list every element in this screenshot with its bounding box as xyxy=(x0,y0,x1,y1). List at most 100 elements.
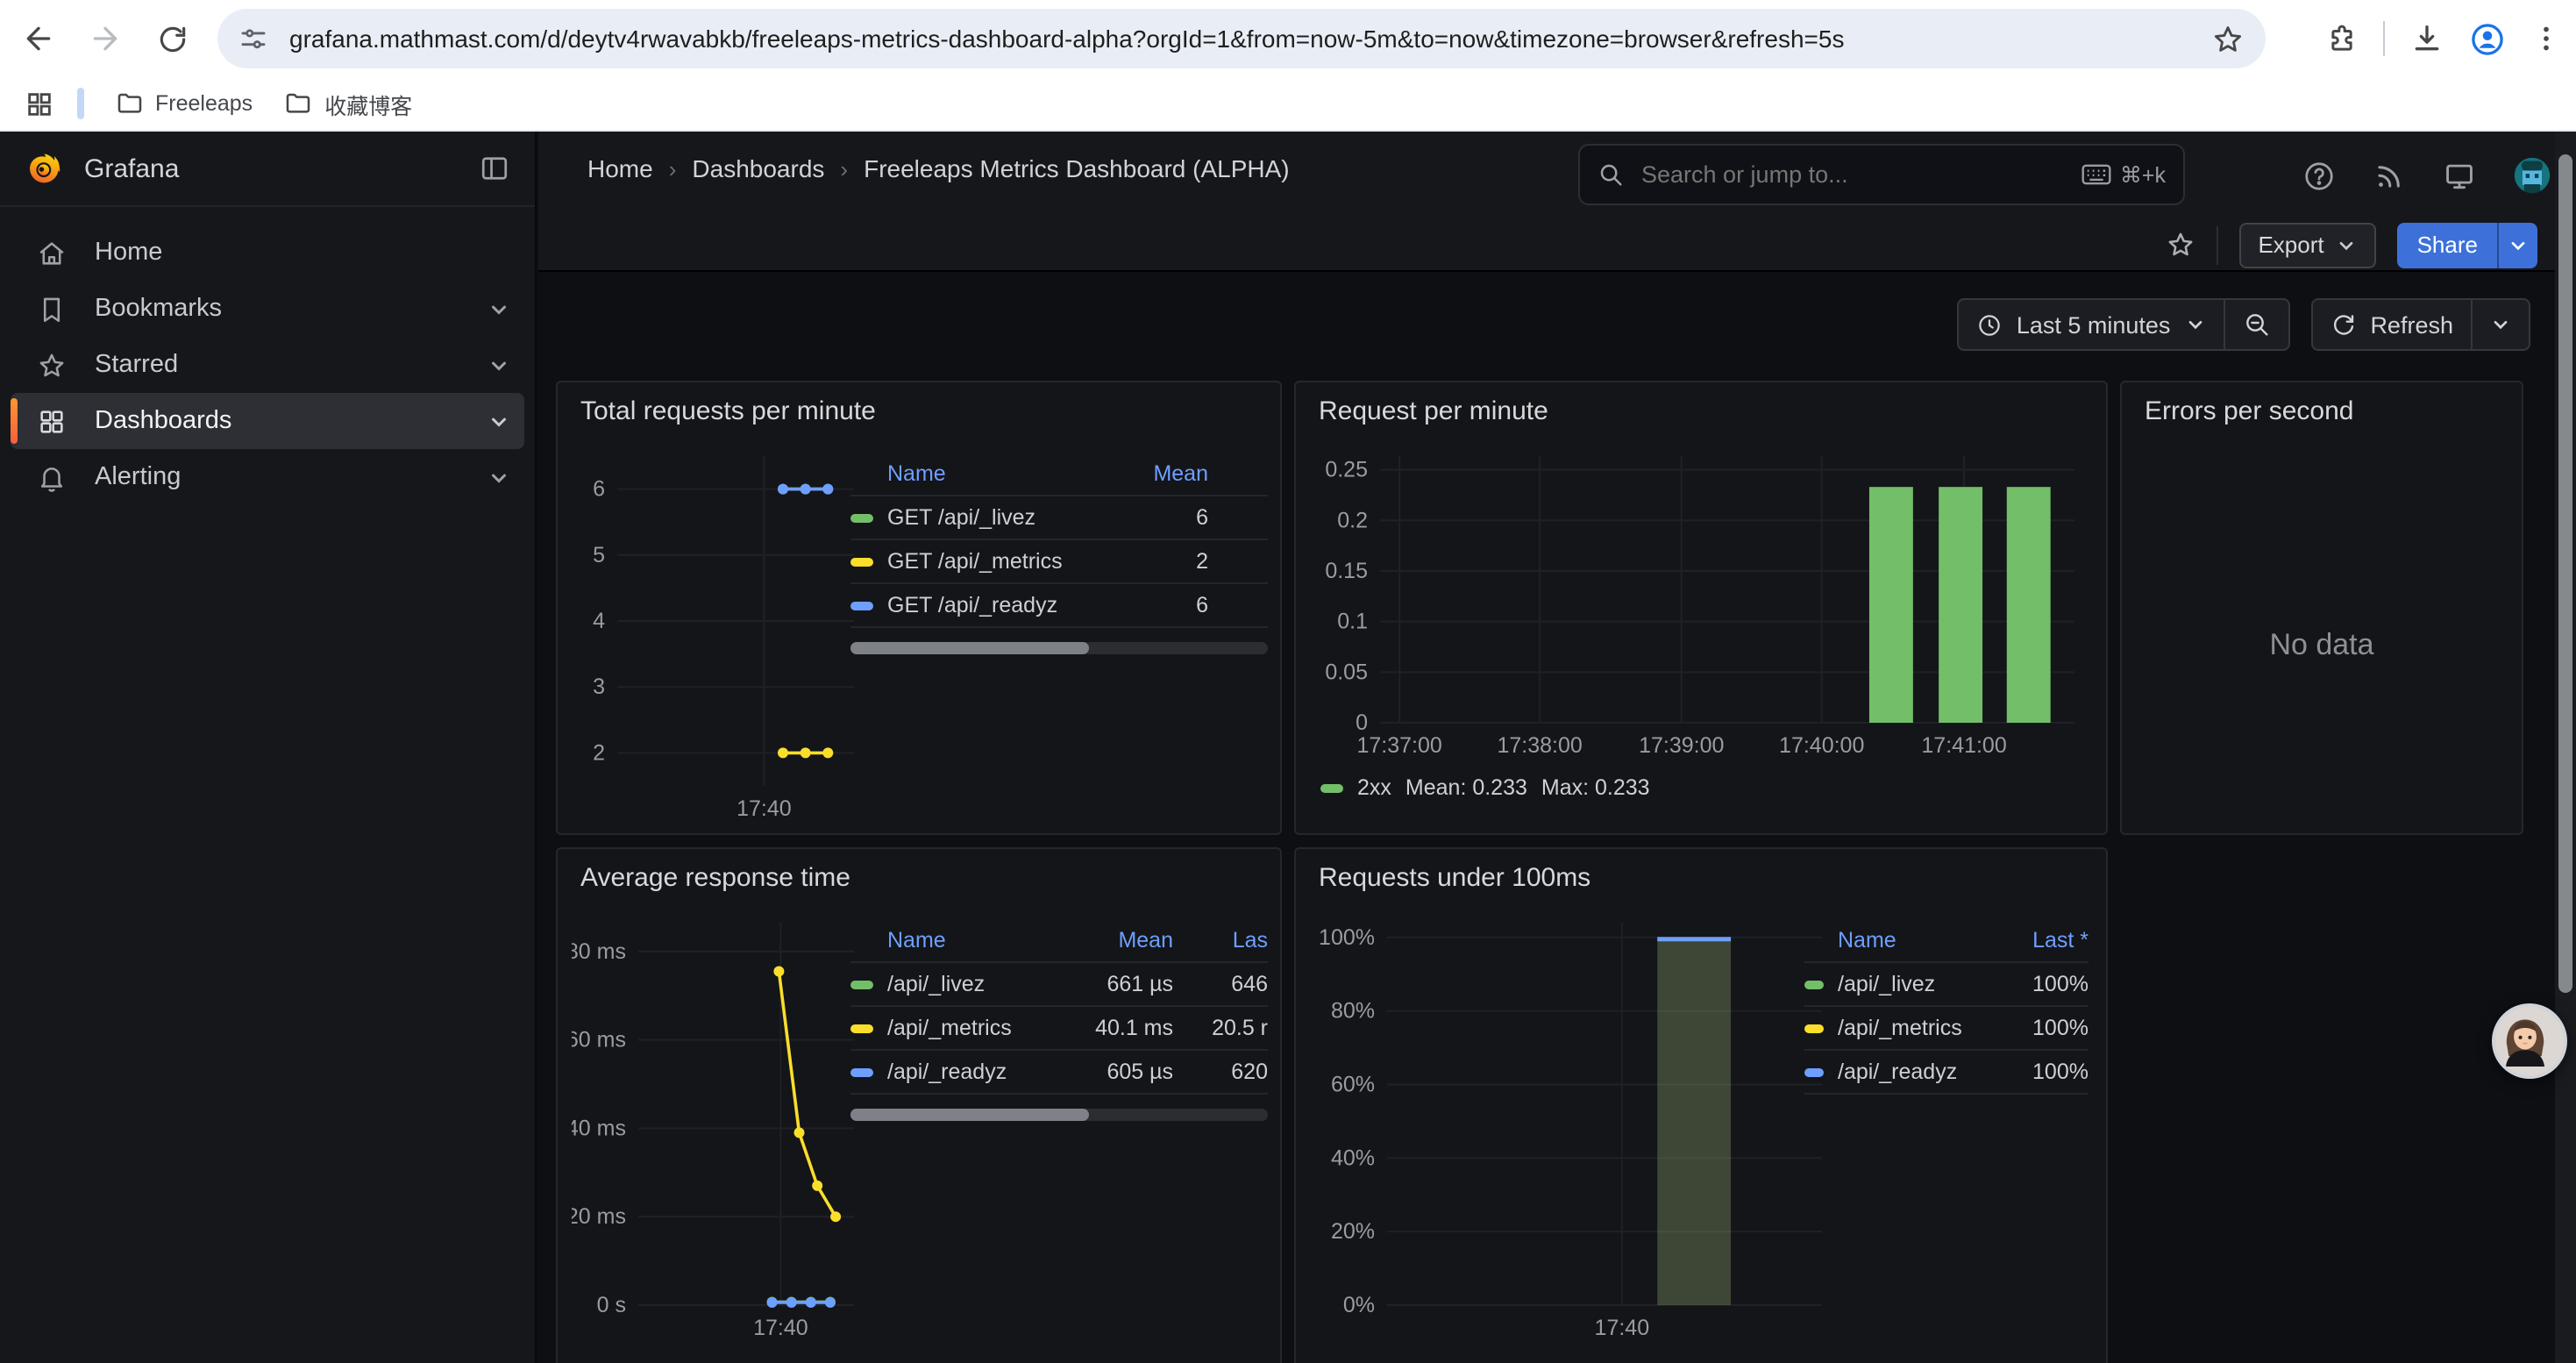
panel-avg-response-time[interactable]: Average response time 80 ms60 ms40 ms20 … xyxy=(556,847,1282,1363)
favorite-star-icon[interactable] xyxy=(2165,230,2195,260)
svg-text:17:40:00: 17:40:00 xyxy=(1779,733,1864,758)
legend-scrollbar[interactable] xyxy=(850,1109,1268,1121)
floating-assistant-avatar[interactable] xyxy=(2492,1003,2567,1079)
refresh-icon xyxy=(2330,311,2356,338)
breadcrumb-separator: › xyxy=(840,155,848,182)
sidebar-item-dashboards[interactable]: Dashboards xyxy=(11,393,524,449)
svg-text:17:40: 17:40 xyxy=(737,796,792,821)
svg-text:0.1: 0.1 xyxy=(1337,610,1368,634)
legend-row[interactable]: /api/_metrics 100% xyxy=(1804,1007,2089,1051)
breadcrumb-home[interactable]: Home xyxy=(587,154,653,182)
sidebar-header: Grafana xyxy=(0,132,535,207)
toolbar-divider xyxy=(2383,21,2385,56)
extensions-icon[interactable] xyxy=(2325,22,2359,55)
export-button[interactable]: Export xyxy=(2238,222,2376,268)
forward-icon[interactable] xyxy=(84,18,126,60)
sidebar-item-bookmarks[interactable]: Bookmarks xyxy=(11,281,524,337)
bookmark-star-icon[interactable] xyxy=(2211,22,2245,55)
legend-header: Name Last * xyxy=(1804,919,2089,963)
user-avatar[interactable] xyxy=(2513,156,2551,195)
downloads-icon[interactable] xyxy=(2409,21,2444,56)
chevron-down-icon xyxy=(2337,234,2358,255)
refresh-button[interactable]: Refresh xyxy=(2312,300,2471,349)
sidebar-item-label: Home xyxy=(95,239,510,267)
actions-divider xyxy=(2216,225,2217,264)
breadcrumb: Home › Dashboards › Freeleaps Metrics Da… xyxy=(587,154,1290,182)
chevron-down-icon[interactable] xyxy=(487,466,510,489)
grafana-logo[interactable] xyxy=(25,149,63,188)
share-button[interactable]: Share xyxy=(2398,222,2497,268)
panel-request-per-minute[interactable]: Request per minute 0.250.20.150.10.05017… xyxy=(1294,381,2108,835)
chevron-down-icon[interactable] xyxy=(487,297,510,320)
url-bar[interactable] xyxy=(217,9,2266,68)
series-swatch xyxy=(1804,1024,1824,1032)
sidebar-item-alerting[interactable]: Alerting xyxy=(11,449,524,505)
svg-text:4: 4 xyxy=(593,609,605,633)
share-menu-caret[interactable] xyxy=(2497,222,2537,268)
svg-text:17:37:00: 17:37:00 xyxy=(1357,733,1442,758)
news-icon[interactable] xyxy=(2373,159,2406,192)
toolbar-actions xyxy=(2325,0,2562,77)
help-icon[interactable] xyxy=(2302,159,2336,192)
svg-text:17:40: 17:40 xyxy=(1595,1316,1650,1340)
share-button-group: Share xyxy=(2398,222,2537,268)
refresh-label: Refresh xyxy=(2370,311,2453,338)
svg-text:60 ms: 60 ms xyxy=(572,1028,626,1053)
legend-row[interactable]: GET /api/_livez 6 xyxy=(850,496,1268,540)
profile-icon[interactable] xyxy=(2469,20,2506,57)
window-scrollbar-thumb[interactable] xyxy=(2558,154,2572,993)
chevron-down-icon[interactable] xyxy=(487,410,510,432)
legend-inline[interactable]: 2xx Mean: 0.233 Max: 0.233 xyxy=(1320,775,1650,800)
panel-errors-per-second[interactable]: Errors per second No data xyxy=(2120,381,2523,835)
legend-header: Name Mean xyxy=(850,453,1268,496)
apps-grid-icon[interactable] xyxy=(25,89,54,118)
time-range-group: Last 5 minutes xyxy=(1957,298,2290,351)
refresh-interval-caret[interactable] xyxy=(2473,300,2529,349)
sidebar-item-starred[interactable]: Starred xyxy=(11,337,524,393)
legend-row[interactable]: /api/_livez 100% xyxy=(1804,963,2089,1007)
browser-menu-icon[interactable] xyxy=(2530,23,2562,54)
series-swatch xyxy=(850,980,873,988)
sidebar-collapse-icon[interactable] xyxy=(479,153,510,184)
legend-row[interactable]: /api/_livez 661 µs 646 xyxy=(850,963,1268,1007)
legend-row[interactable]: GET /api/_readyz 6 xyxy=(850,584,1268,628)
zoom-out-button[interactable] xyxy=(2224,300,2288,349)
chevron-down-icon[interactable] xyxy=(487,353,510,376)
search-icon xyxy=(1598,161,1624,188)
request-per-minute-chart: 0.250.20.150.10.05017:37:0017:38:0017:39… xyxy=(1310,442,2092,768)
legend-table: Name Mean Las /api/_livez 661 µs 646 xyxy=(850,919,1268,1121)
url-input[interactable] xyxy=(286,23,2211,54)
search-input[interactable] xyxy=(1638,160,2081,189)
legend-row[interactable]: /api/_readyz 100% xyxy=(1804,1051,2089,1095)
bookmark-folder-blogs[interactable]: 收藏博客 xyxy=(284,87,412,120)
back-icon[interactable] xyxy=(18,18,60,60)
panel-total-requests[interactable]: Total requests per minute 6543217:40 Nam… xyxy=(556,381,1282,835)
legend-row[interactable]: /api/_metrics 40.1 ms 20.5 r xyxy=(850,1007,1268,1051)
dashboard-canvas: Last 5 minutes Refresh xyxy=(538,274,2576,1363)
reload-icon[interactable] xyxy=(151,18,193,60)
site-settings-icon[interactable] xyxy=(238,24,268,54)
legend-row[interactable]: /api/_readyz 605 µs 620 xyxy=(850,1051,1268,1095)
bookmark-folder-freeleaps[interactable]: Freeleaps xyxy=(115,89,253,118)
breadcrumb-dashboards[interactable]: Dashboards xyxy=(692,154,824,182)
series-swatch xyxy=(1804,980,1824,988)
panel-title: Errors per second xyxy=(2145,396,2353,426)
window-scrollbar[interactable] xyxy=(2555,132,2576,1363)
legend-scroll-thumb[interactable] xyxy=(850,1109,1088,1121)
legend-row[interactable]: GET /api/_metrics 2 xyxy=(850,540,1268,584)
search-box[interactable]: ⌘+k xyxy=(1578,144,2185,205)
sidebar-item-home[interactable]: Home xyxy=(11,225,524,281)
monitor-icon[interactable] xyxy=(2443,159,2476,192)
panel-requests-under-100ms[interactable]: Requests under 100ms 100%80%60%40%20%0%1… xyxy=(1294,847,2108,1363)
panel-title: Requests under 100ms xyxy=(1319,863,1590,893)
svg-text:80%: 80% xyxy=(1331,999,1375,1024)
legend-scroll-thumb[interactable] xyxy=(850,642,1088,654)
sidebar: Grafana Home Bookmarks Starred xyxy=(0,132,537,1363)
dashboard-actions-bar: Export Share xyxy=(538,219,2576,272)
refresh-group: Refresh xyxy=(2310,298,2530,351)
legend-scrollbar[interactable] xyxy=(850,642,1268,654)
time-range-picker[interactable]: Last 5 minutes xyxy=(1959,300,2224,349)
total-requests-chart: 6543217:40 xyxy=(572,442,861,828)
legend-header: Name Mean Las xyxy=(850,919,1268,963)
dashboards-icon xyxy=(35,406,67,436)
